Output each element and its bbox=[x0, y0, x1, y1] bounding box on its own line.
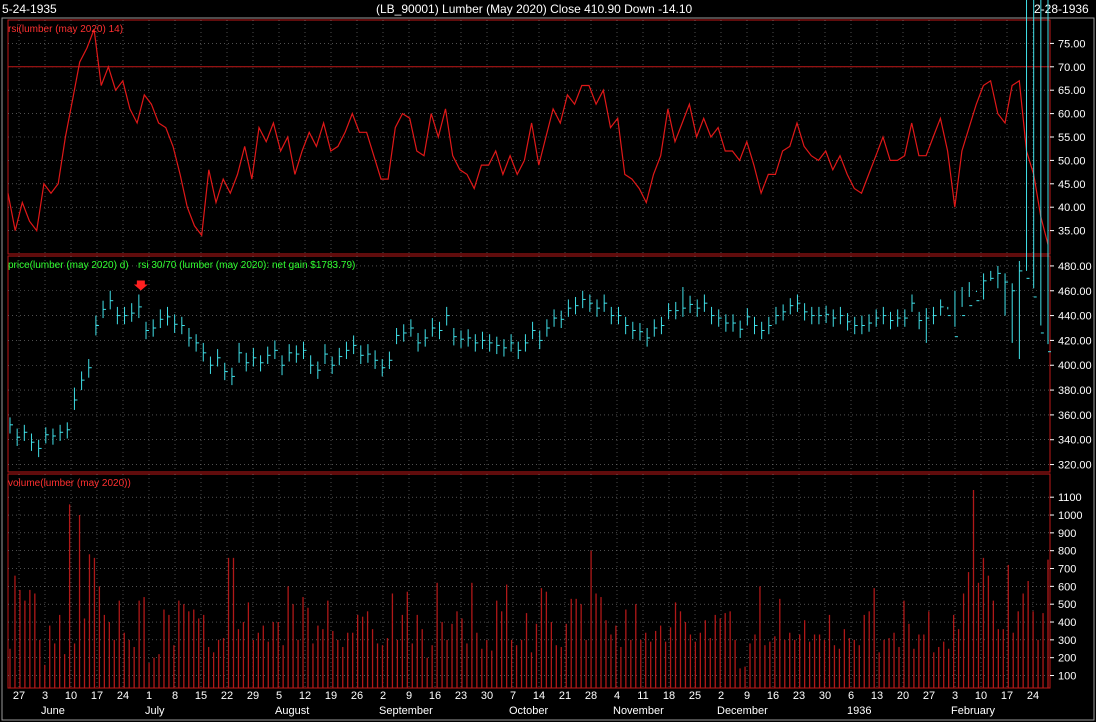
day-tick-label: 23 bbox=[455, 690, 467, 702]
price-y-tick-label: 360.00 bbox=[1058, 410, 1092, 422]
price-y-tick-label: 320.00 bbox=[1058, 460, 1092, 472]
day-tick-label: 26 bbox=[351, 690, 363, 702]
volume-y-tick-label: 100 bbox=[1058, 671, 1076, 683]
price-y-tick-label: 340.00 bbox=[1058, 435, 1092, 447]
day-tick-label: 3 bbox=[42, 690, 48, 702]
volume-y-tick-label: 1100 bbox=[1058, 492, 1082, 504]
day-tick-label: 11 bbox=[637, 690, 648, 702]
day-tick-label: 9 bbox=[744, 690, 750, 702]
month-label: November bbox=[613, 705, 664, 717]
day-tick-label: 20 bbox=[897, 690, 909, 702]
price-y-tick-label: 420.00 bbox=[1058, 335, 1092, 347]
strategy-panel-label: rsi 30/70 (lumber (may 2020): net gain $… bbox=[138, 260, 355, 271]
day-tick-label: 16 bbox=[429, 690, 441, 702]
day-tick-label: 22 bbox=[221, 690, 233, 702]
day-tick-label: 15 bbox=[195, 690, 207, 702]
day-tick-label: 24 bbox=[1027, 690, 1039, 702]
day-tick-label: 2 bbox=[380, 690, 386, 702]
day-tick-label: 10 bbox=[65, 690, 77, 702]
day-tick-label: 4 bbox=[614, 690, 620, 702]
outer-frame bbox=[1, 17, 1095, 721]
day-tick-label: 28 bbox=[585, 690, 597, 702]
rsi-y-tick-label: 70.00 bbox=[1058, 62, 1086, 74]
rsi-y-tick-label: 60.00 bbox=[1058, 109, 1086, 121]
price-panel bbox=[9, 0, 1051, 458]
volume-y-tick-label: 300 bbox=[1058, 635, 1076, 647]
volume-y-tick-label: 400 bbox=[1058, 617, 1076, 629]
day-tick-label: 2 bbox=[718, 690, 724, 702]
rsi-y-tick-label: 50.00 bbox=[1058, 155, 1086, 167]
month-label: February bbox=[951, 705, 996, 717]
day-tick-label: 3 bbox=[952, 690, 958, 702]
price-y-tick-label: 400.00 bbox=[1058, 360, 1092, 372]
month-label: 1936 bbox=[847, 705, 871, 717]
day-tick-label: 27 bbox=[13, 690, 25, 702]
day-tick-label: 13 bbox=[871, 690, 883, 702]
month-label: August bbox=[275, 705, 309, 717]
day-tick-label: 9 bbox=[406, 690, 412, 702]
month-label: October bbox=[509, 705, 548, 717]
axes: 27 3 10 17 24 1 8 15 22 29 5 12 19 26 2 9 16 23 30 7 14 21 28 4… bbox=[13, 38, 1092, 717]
day-tick-label: 12 bbox=[299, 690, 311, 702]
rsi-panel-label: rsi(lumber (may 2020) 14) bbox=[8, 24, 123, 35]
rsi-y-tick-label: 55.00 bbox=[1058, 132, 1086, 144]
day-tick-label: 23 bbox=[793, 690, 805, 702]
day-tick-label: 17 bbox=[91, 690, 103, 702]
day-tick-label: 1 bbox=[146, 690, 152, 702]
day-tick-label: 25 bbox=[689, 690, 701, 702]
day-tick-label: 24 bbox=[117, 690, 129, 702]
grid-lines bbox=[1, 17, 1095, 721]
price-y-tick-label: 440.00 bbox=[1058, 311, 1092, 323]
day-tick-label: 17 bbox=[1001, 690, 1013, 702]
day-tick-label: 30 bbox=[819, 690, 831, 702]
volume-y-tick-label: 1000 bbox=[1058, 510, 1082, 522]
month-label: June bbox=[41, 705, 65, 717]
day-tick-label: 30 bbox=[481, 690, 493, 702]
volume-y-tick-label: 900 bbox=[1058, 528, 1076, 540]
volume-y-tick-label: 700 bbox=[1058, 564, 1076, 576]
day-tick-label: 6 bbox=[848, 690, 854, 702]
price-y-tick-label: 480.00 bbox=[1058, 261, 1092, 273]
day-tick-label: 18 bbox=[663, 690, 675, 702]
rsi-y-tick-label: 45.00 bbox=[1058, 179, 1086, 191]
day-tick-label: 14 bbox=[533, 690, 545, 702]
price-panel-label: price(lumber (may 2020) d) bbox=[8, 260, 129, 271]
price-y-tick-label: 380.00 bbox=[1058, 385, 1092, 397]
month-label: July bbox=[145, 705, 165, 717]
day-tick-label: 21 bbox=[559, 690, 571, 702]
day-tick-label: 5 bbox=[276, 690, 282, 702]
volume-y-tick-label: 800 bbox=[1058, 546, 1076, 558]
day-tick-label: 10 bbox=[975, 690, 987, 702]
rsi-y-tick-label: 40.00 bbox=[1058, 202, 1086, 214]
chart-canvas: 27 3 10 17 24 1 8 15 22 29 5 12 19 26 2 9 16 23 30 7 14 21 28 4… bbox=[1, 0, 1095, 721]
rsi-y-tick-label: 35.00 bbox=[1058, 226, 1086, 238]
day-tick-label: 27 bbox=[923, 690, 935, 702]
volume-y-tick-label: 200 bbox=[1058, 653, 1076, 665]
volume-panel-label: volume(lumber (may 2020)) bbox=[8, 478, 131, 489]
rsi-y-tick-label: 65.00 bbox=[1058, 85, 1086, 97]
month-label: December bbox=[717, 705, 768, 717]
day-tick-label: 16 bbox=[767, 690, 779, 702]
volume-y-tick-label: 500 bbox=[1058, 599, 1076, 611]
day-tick-label: 29 bbox=[247, 690, 259, 702]
month-label: September bbox=[379, 705, 433, 717]
sell-signal-arrow bbox=[133, 280, 148, 291]
day-tick-label: 7 bbox=[510, 690, 516, 702]
price-y-tick-label: 460.00 bbox=[1058, 286, 1092, 298]
day-tick-label: 8 bbox=[172, 690, 178, 702]
day-tick-label: 19 bbox=[325, 690, 337, 702]
rsi-y-tick-label: 75.00 bbox=[1058, 38, 1086, 50]
volume-panel bbox=[9, 490, 1049, 688]
volume-y-tick-label: 600 bbox=[1058, 581, 1076, 593]
